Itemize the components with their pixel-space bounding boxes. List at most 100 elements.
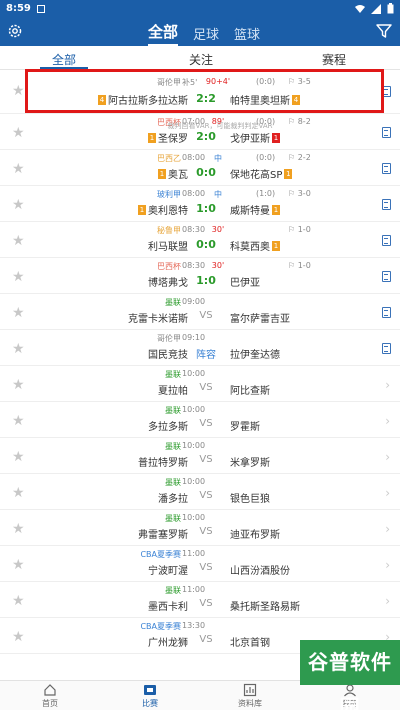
away-team-name: 帕特里奥坦斯 xyxy=(230,96,290,107)
star-icon[interactable]: ★ xyxy=(12,233,25,249)
chevron-right-icon[interactable]: › xyxy=(385,450,390,464)
match-row[interactable]: ★ 墨联 10:00 夏拉帕 VS 阿比查斯 › xyxy=(0,366,400,402)
note-icon[interactable] xyxy=(382,307,391,318)
star-icon[interactable]: ★ xyxy=(12,593,25,609)
match-score: 1:0 xyxy=(196,202,216,215)
note-icon[interactable] xyxy=(382,343,391,354)
star-icon[interactable]: ★ xyxy=(12,413,25,429)
note-icon[interactable] xyxy=(382,235,391,246)
match-row[interactable]: ★ 巴西杯 07:00 89' (0:0) ⚐ 8-2 1 圣保罗 2:0 戈伊亚斯 1 xyxy=(0,114,400,150)
subtab-follow[interactable]: 关注 xyxy=(189,51,213,68)
match-score: VS xyxy=(199,526,213,537)
note-icon[interactable] xyxy=(382,199,391,210)
subtab-all[interactable]: 全部 xyxy=(52,51,76,68)
chevron-right-icon[interactable]: › xyxy=(385,486,390,500)
corner-count: ⚐ 3-0 xyxy=(288,189,311,198)
home-team-name: 弗雷塞罗斯 xyxy=(138,530,188,541)
home-team-name: 广州龙狮 xyxy=(148,638,188,649)
away-team: 山西汾酒股份 xyxy=(230,562,290,577)
match-row[interactable]: ★ 秘鲁甲 08:30 30' ⚐ 1-0 利马联盟 0:0 科莫西奥 1 xyxy=(0,222,400,258)
away-team: 帕特里奥坦斯 4 xyxy=(230,92,300,107)
filter-icon[interactable] xyxy=(376,23,392,39)
match-row[interactable]: ★ CBA夏季赛 11:00 宁波町渥 VS 山西汾酒股份 › xyxy=(0,546,400,582)
star-icon[interactable]: ★ xyxy=(12,485,25,501)
match-time: 10:00 xyxy=(182,405,206,414)
match-row[interactable]: ★ 哥伦甲 补5' 90+4' (0:0) ⚐ 3-5 4 阿古拉斯多拉达斯 2:2… xyxy=(0,70,400,114)
note-icon[interactable] xyxy=(382,86,391,97)
match-score: 2:2 xyxy=(196,92,216,105)
star-icon[interactable]: ★ xyxy=(12,83,25,99)
home-team: 多拉多斯 xyxy=(148,418,188,433)
note-icon[interactable] xyxy=(382,271,391,282)
match-score: VS xyxy=(199,454,213,465)
chevron-right-icon[interactable]: › xyxy=(385,594,390,608)
star-icon[interactable]: ★ xyxy=(12,305,25,321)
star-icon[interactable]: ★ xyxy=(12,521,25,537)
home-team-name: 宁波町渥 xyxy=(148,566,188,577)
chevron-right-icon[interactable]: › xyxy=(385,414,390,428)
match-score: 0:0 xyxy=(196,166,216,179)
league-name: 墨联 xyxy=(165,586,181,595)
match-row[interactable]: ★ 墨联 10:00 多拉多斯 VS 罗霍斯 › xyxy=(0,402,400,438)
gear-icon[interactable] xyxy=(7,23,23,39)
tab-all[interactable]: 全部 xyxy=(148,21,179,46)
card-badge: 1 xyxy=(148,132,156,143)
home-team: 宁波町渥 xyxy=(148,562,188,577)
tab-basketball[interactable]: 篮球 xyxy=(234,24,260,43)
match-row[interactable]: ★ 墨联 11:00 墨西卡利 VS 桑托斯圣路易斯 › xyxy=(0,582,400,618)
half-score: (0:0) xyxy=(256,153,276,162)
match-score: VS xyxy=(199,634,213,645)
card-badge: 1 xyxy=(272,240,280,251)
away-team-name: 科莫西奥 xyxy=(230,242,270,253)
status-bar: 8:59 xyxy=(0,0,400,17)
home-team-name: 国民竞技 xyxy=(148,350,188,361)
match-meta: CBA夏季赛 13:30 xyxy=(90,621,340,633)
match-row[interactable]: ★ 巴西乙 08:00 中 (0:0) ⚐ 2-2 1 奥瓦 0:0 保地花高SP 1 xyxy=(0,150,400,186)
star-icon[interactable]: ★ xyxy=(12,125,25,141)
away-team: 阿比查斯 xyxy=(230,382,270,397)
home-team-name: 墨西卡利 xyxy=(148,602,188,613)
match-meta: CBA夏季赛 11:00 xyxy=(90,549,340,561)
note-icon[interactable] xyxy=(382,127,391,138)
match-row[interactable]: ★ 墨联 10:00 普拉特罗斯 VS 米拿罗斯 › xyxy=(0,438,400,474)
nav-match[interactable]: 比赛 xyxy=(120,683,180,709)
league-name: CBA夏季赛 xyxy=(140,622,181,631)
match-row[interactable]: ★ 玻利甲 08:00 中 (1:0) ⚐ 3-0 1 奥利恩特 1:0 威斯特曼 1 xyxy=(0,186,400,222)
home-team-name: 夏拉帕 xyxy=(158,386,188,397)
chevron-right-icon[interactable]: › xyxy=(385,522,390,536)
match-row[interactable]: ★ 哥伦甲 09:10 国民竞技 阵容 拉伊奎达德 xyxy=(0,330,400,366)
star-icon[interactable]: ★ xyxy=(12,269,25,285)
star-icon[interactable]: ★ xyxy=(12,341,25,357)
star-icon[interactable]: ★ xyxy=(12,197,25,213)
star-icon[interactable]: ★ xyxy=(12,377,25,393)
wifi-icon xyxy=(355,4,365,13)
chevron-right-icon[interactable]: › xyxy=(385,558,390,572)
app-header: 全部 足球 篮球 xyxy=(0,17,400,46)
battery-icon xyxy=(387,3,394,14)
tab-football[interactable]: 足球 xyxy=(193,24,219,43)
league-name: 墨联 xyxy=(165,370,181,379)
card-badge: 4 xyxy=(292,94,300,105)
star-icon[interactable]: ★ xyxy=(12,161,25,177)
match-row[interactable]: ★ 墨联 09:00 克雷卡米诺斯 VS 富尔萨雷吉亚 xyxy=(0,294,400,330)
nav-home[interactable]: 首页 xyxy=(20,683,80,709)
match-row[interactable]: ★ 墨联 10:00 弗雷塞罗斯 VS 迪亚布罗斯 › xyxy=(0,510,400,546)
note-icon[interactable] xyxy=(382,163,391,174)
home-team: 克雷卡米诺斯 xyxy=(128,310,188,325)
home-team: 广州龙狮 xyxy=(148,634,188,649)
nav-database[interactable]: 资料库 xyxy=(220,683,280,709)
match-row[interactable]: ★ 巴西杯 08:30 30' ⚐ 1-0 博塔弗戈 1:0 巴伊亚 xyxy=(0,258,400,294)
away-team: 北京首钢 xyxy=(230,634,270,649)
star-icon[interactable]: ★ xyxy=(12,449,25,465)
star-icon[interactable]: ★ xyxy=(12,629,25,645)
chevron-right-icon[interactable]: › xyxy=(385,378,390,392)
away-team: 富尔萨雷吉亚 xyxy=(230,310,290,325)
home-team-name: 圣保罗 xyxy=(158,134,188,145)
match-time: 10:00 xyxy=(182,441,206,450)
star-icon[interactable]: ★ xyxy=(12,557,25,573)
match-meta: 墨联 11:00 xyxy=(90,585,340,597)
match-row[interactable]: ★ 墨联 10:00 潘多拉 VS 银色巨狼 › xyxy=(0,474,400,510)
match-meta: 墨联 10:00 xyxy=(90,405,340,417)
subtab-schedule[interactable]: 赛程 xyxy=(322,51,346,68)
lineup-link[interactable]: 阵容 xyxy=(188,346,224,361)
